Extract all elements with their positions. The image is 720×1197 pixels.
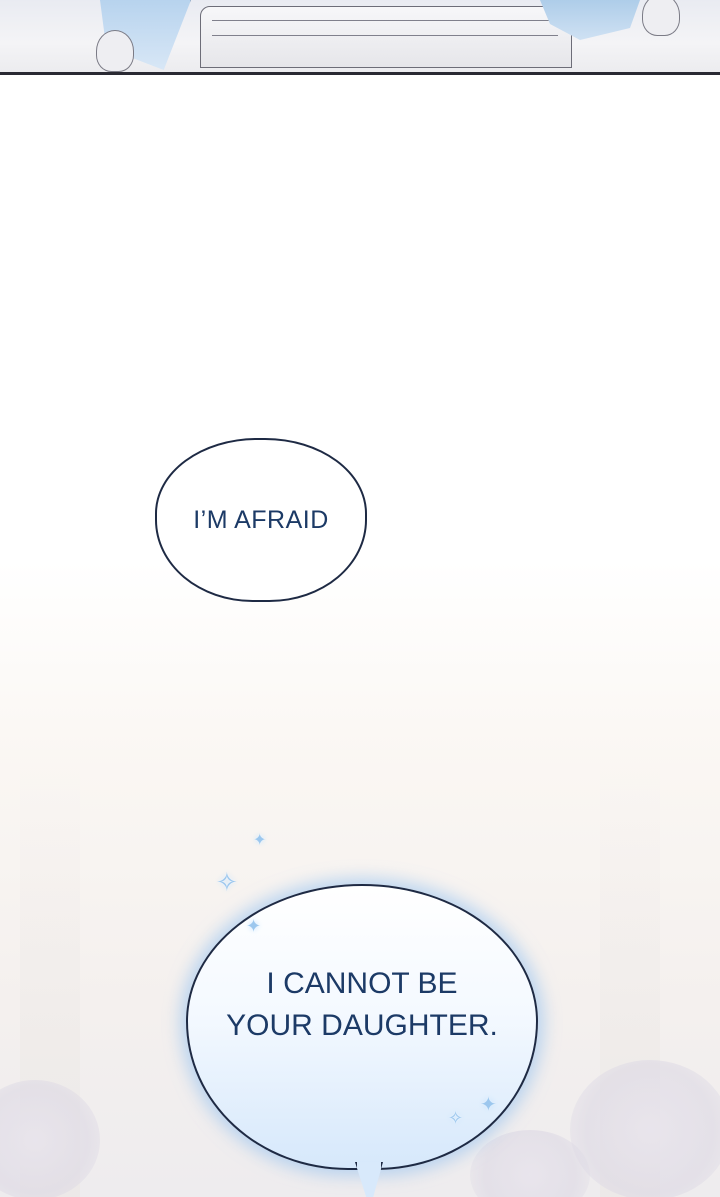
sparkle-icon: ✧ <box>448 1108 464 1129</box>
sparkle-icon: ✦ <box>480 1092 497 1116</box>
table-illustration <box>200 6 572 68</box>
speech-line-1: I CANNOT BE <box>266 967 458 1000</box>
sparkle-icon: ✧ <box>216 868 238 898</box>
background-flower-right <box>570 1060 720 1197</box>
speech-line-2: YOUR DAUGHTER. <box>226 1009 498 1042</box>
table-edge <box>212 20 558 36</box>
chair-ornament-left <box>96 30 134 72</box>
sparkle-icon: ✦ <box>246 916 262 937</box>
speech-bubble-text: I CANNOT BE YOUR DAUGHTER. <box>226 963 498 1047</box>
speech-bubble-text: I’M AFRAID <box>193 505 329 534</box>
sparkle-icon: ✦ <box>253 830 267 849</box>
top-panel-illustration <box>0 0 720 75</box>
speech-bubble-afraid: I’M AFRAID <box>155 438 367 602</box>
speech-bubble-daughter: I CANNOT BE YOUR DAUGHTER. <box>186 884 538 1170</box>
comic-page: I’M AFRAID I CANNOT BE YOUR DAUGHTER. ✦ … <box>0 0 720 1197</box>
chair-ornament-right <box>642 0 680 36</box>
